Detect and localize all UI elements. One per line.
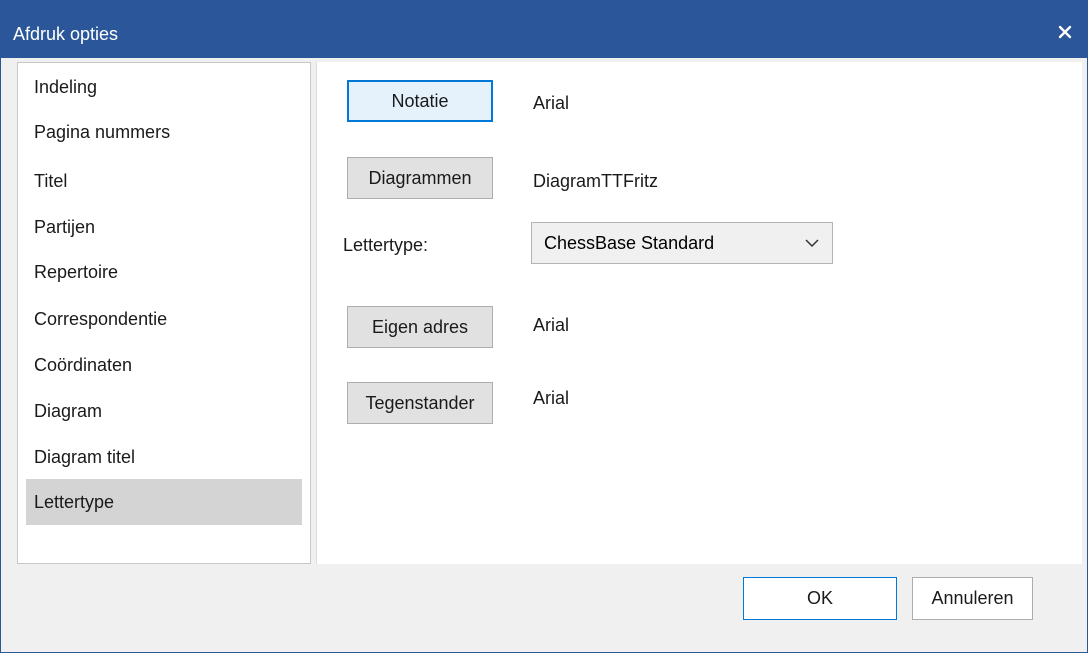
diagrammen-font-value: DiagramTTFritz [533,171,658,191]
lettertype-select-value: ChessBase Standard [544,232,715,253]
list-item-indeling[interactable]: Indeling [26,75,302,119]
tegenstander-button[interactable]: Tegenstander [347,382,493,424]
list-item-diagram[interactable]: Diagram [26,399,302,443]
list-item-label: Lettertype [34,492,115,512]
chevron-down-icon [805,239,819,248]
list-item-pagina-nummers[interactable]: Pagina nummers [26,120,302,164]
lettertype-select[interactable]: ChessBase Standard [531,222,833,264]
list-item-repertoire[interactable]: Repertoire [26,260,302,304]
cancel-button[interactable]: Annuleren [912,577,1033,620]
list-item-label: Pagina nummers [34,122,171,142]
list-item-lettertype[interactable]: Lettertype [26,479,302,525]
title-bar: Afdruk opties [1,0,1088,58]
font-settings-panel: Notatie Arial Diagrammen DiagramTTFritz … [316,62,1082,564]
list-item-partijen[interactable]: Partijen [26,215,302,259]
list-item-coordinaten[interactable]: Coördinaten [26,353,302,397]
list-item-label: Indeling [34,77,98,97]
category-list[interactable]: Indeling Pagina nummers Titel Partijen R… [17,62,311,564]
list-item-label: Coördinaten [34,355,133,375]
list-item-correspondentie[interactable]: Correspondentie [26,307,302,351]
notatie-button[interactable]: Notatie [347,80,493,122]
diagrammen-button[interactable]: Diagrammen [347,157,493,199]
tegenstander-font-value: Arial [533,388,570,408]
close-button[interactable] [1042,12,1088,52]
list-item-label: Repertoire [34,262,119,282]
print-options-dialog: Afdruk opties Indeling Pagina nummers Ti… [0,0,1088,653]
eigen-adres-button[interactable]: Eigen adres [347,306,493,348]
eigen-adres-font-value: Arial [533,315,570,335]
ok-button[interactable]: OK [743,577,897,620]
list-item-titel[interactable]: Titel [26,169,302,213]
list-item-label: Diagram titel [34,447,136,467]
notatie-font-value: Arial [533,93,570,113]
list-item-label: Correspondentie [34,309,168,329]
lettertype-label: Lettertype: [343,235,429,255]
list-item-label: Partijen [34,217,96,237]
list-item-label: Diagram [34,401,103,421]
dialog-title: Afdruk opties [13,24,119,44]
close-icon [1058,25,1072,39]
list-item-label: Titel [34,171,68,191]
